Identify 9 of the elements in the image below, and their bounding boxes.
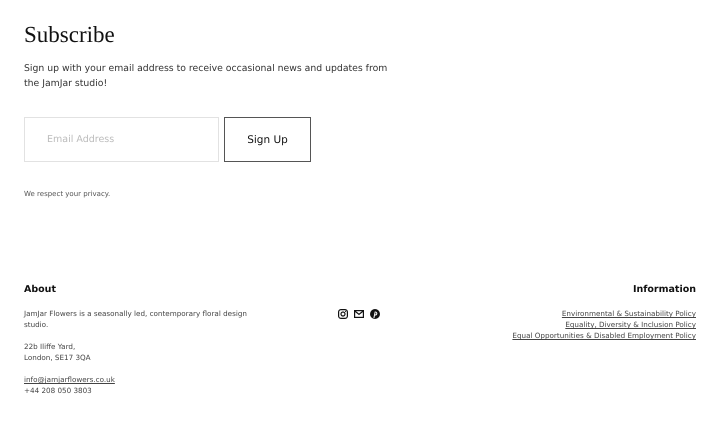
sign-up-button[interactable]: Sign Up (224, 117, 311, 162)
subscribe-description: Sign up with your email address to receive occasional news and updates from the JamJar studio! (24, 62, 388, 91)
pinterest-icon[interactable] (370, 309, 380, 319)
about-heading: About (24, 284, 56, 295)
instagram-icon[interactable] (338, 309, 348, 319)
information-heading: Information (632, 284, 696, 295)
email-field[interactable]: Email Address (24, 117, 219, 162)
subscribe-title: Subscribe (24, 22, 116, 48)
email-icon[interactable] (354, 310, 364, 318)
